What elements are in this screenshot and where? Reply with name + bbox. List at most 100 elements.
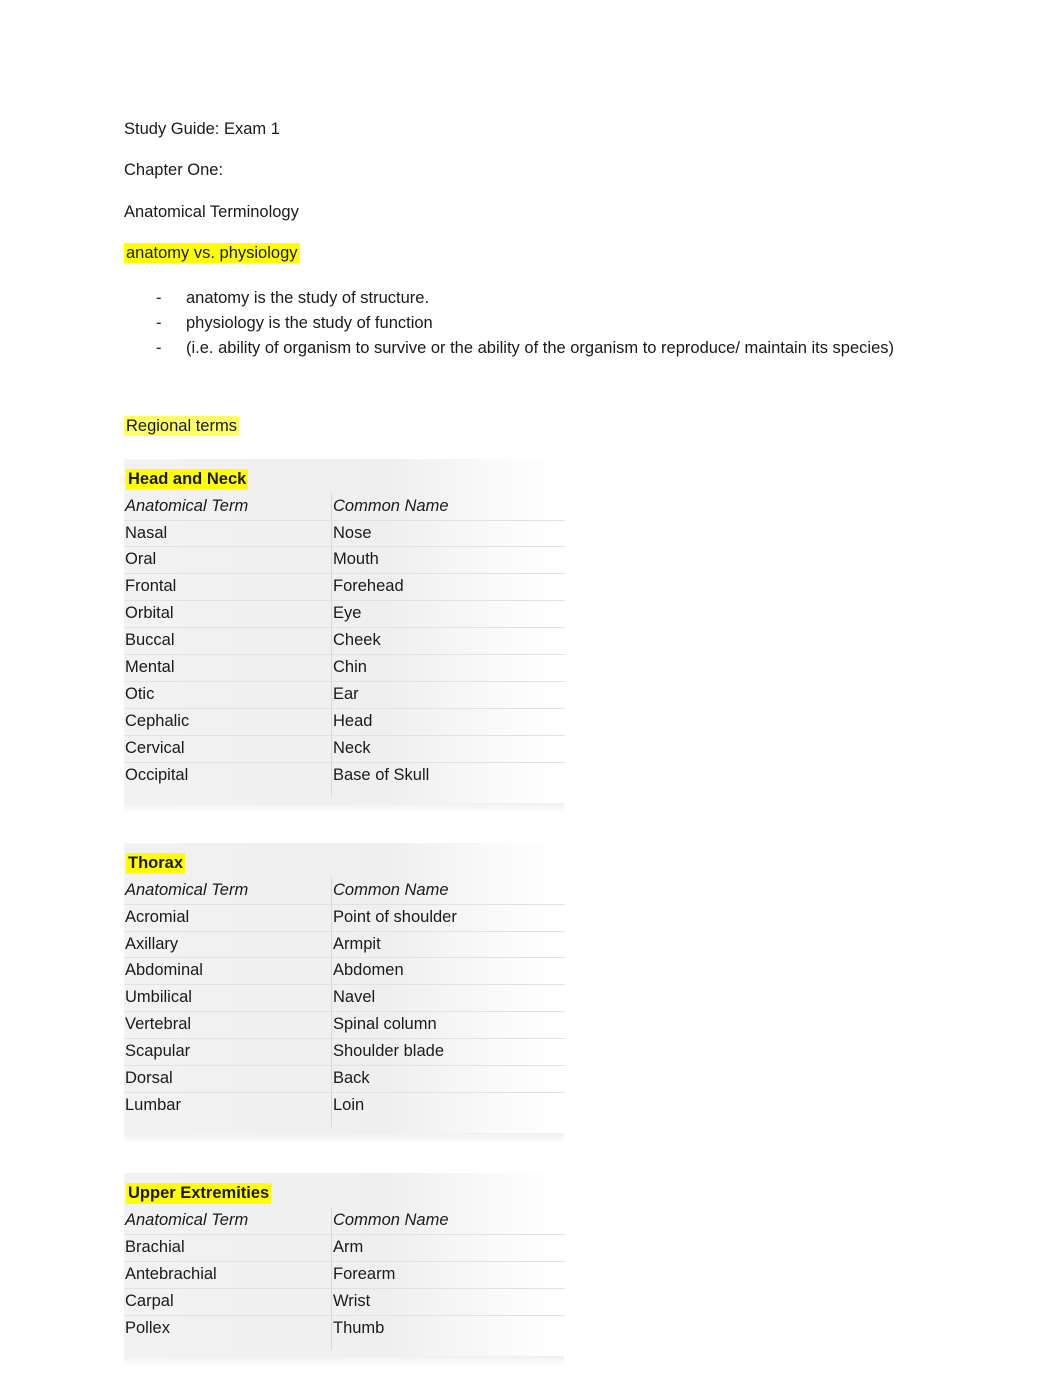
column-divider (331, 492, 332, 797)
table-header-row: Anatomical Term Common Name (124, 878, 565, 905)
cell-common: Forearm (333, 1264, 396, 1283)
table-row: Vertebral Spinal column (124, 1012, 565, 1039)
table-row: Acromial Point of shoulder (124, 904, 565, 932)
cell-common: Wrist (333, 1291, 371, 1310)
table-row: Dorsal Back (124, 1066, 565, 1093)
document-body: Study Guide: Exam 1 Chapter One: Anatomi… (124, 120, 924, 1396)
cell-term: Carpal (125, 1291, 174, 1310)
cell-term: Buccal (125, 631, 175, 650)
cell-term: Lumbar (125, 1096, 181, 1115)
list-item-text: physiology is the study of function (186, 313, 433, 332)
table-row: Oral Mouth (124, 547, 565, 574)
list-item-text: anatomy is the study of structure. (186, 288, 430, 307)
table-row: Carpal Wrist (124, 1288, 565, 1316)
table: Anatomical Term Common Name Brachial Arm… (124, 1208, 565, 1342)
cell-common: Head (333, 711, 373, 730)
table-row: Umbilical Navel (124, 985, 565, 1012)
cell-term: Oral (125, 550, 157, 569)
table-title-wrap: Head and Neck (124, 468, 564, 494)
column-header-common-name: Common Name (333, 496, 449, 515)
bullet-marker: - (156, 288, 162, 307)
cell-common: Armpit (333, 934, 381, 953)
bullet-marker: - (156, 313, 162, 332)
table-row: Lumbar Loin (124, 1093, 565, 1119)
cell-term: Brachial (125, 1237, 185, 1256)
cell-common: Neck (333, 738, 371, 757)
cell-common: Back (333, 1069, 370, 1088)
cell-term: Antebrachial (125, 1264, 217, 1283)
cell-term: Cervical (125, 738, 185, 757)
cell-common: Point of shoulder (333, 907, 457, 926)
table-row: Pollex Thumb (124, 1315, 565, 1341)
cell-term: Occipital (125, 765, 189, 784)
topic-heading-line: anatomy vs. physiology (124, 243, 924, 264)
regional-heading-line: Regional terms (124, 416, 924, 437)
column-header-common-name: Common Name (333, 1211, 449, 1230)
table-title-wrap: Thorax (124, 852, 564, 878)
table-row: Scapular Shoulder blade (124, 1039, 565, 1066)
table-title: Thorax (126, 852, 186, 874)
document-page: Study Guide: Exam 1 Chapter One: Anatomi… (0, 0, 1062, 1377)
table-row: Brachial Arm (124, 1234, 565, 1262)
chapter-label: Chapter One: (124, 161, 224, 180)
cell-term: Frontal (125, 577, 177, 596)
cell-common: Cheek (333, 631, 381, 650)
cell-term: Pollex (125, 1318, 170, 1337)
cell-term: Acromial (125, 907, 190, 926)
cell-common: Navel (333, 988, 376, 1007)
list-item: - physiology is the study of function (124, 311, 924, 336)
column-divider (331, 1207, 332, 1350)
table-row: Cephalic Head (124, 708, 565, 736)
terms-table-upper-extremities: Upper Extremities Anatomical Term Common… (124, 1173, 565, 1366)
terms-table-head-and-neck: Head and Neck Anatomical Term Common Nam… (124, 458, 565, 813)
table-title: Head and Neck (126, 468, 249, 490)
table-row: Buccal Cheek (124, 628, 565, 655)
table-row: Occipital Base of Skull (124, 762, 565, 788)
cell-common: Ear (333, 685, 359, 704)
bullet-marker: - (156, 339, 162, 358)
cell-term: Axillary (125, 934, 179, 953)
cell-common: Chin (333, 658, 367, 677)
cell-term: Nasal (125, 523, 168, 542)
cell-common: Eye (333, 604, 362, 623)
section-label: Anatomical Terminology (124, 202, 299, 221)
regional-terms-heading: Regional terms (124, 416, 239, 437)
table-row: Abdominal Abdomen (124, 958, 565, 985)
document-title: Study Guide: Exam 1 (124, 120, 280, 138)
table: Anatomical Term Common Name Nasal Nose O… (124, 494, 565, 789)
cell-common: Abdomen (333, 961, 404, 980)
cell-term: Orbital (125, 604, 174, 623)
cell-common: Thumb (333, 1318, 385, 1337)
cell-term: Mental (125, 658, 175, 677)
cell-term: Umbilical (125, 988, 192, 1007)
table-row: Mental Chin (124, 655, 565, 682)
terms-table-thorax: Thorax Anatomical Term Common Name Acrom… (124, 842, 565, 1144)
table-row: Nasal Nose (124, 520, 565, 547)
table-title: Upper Extremities (126, 1183, 272, 1205)
list-item-text: (i.e. ability of organism to survive or … (186, 339, 894, 358)
column-divider (331, 876, 332, 1128)
table-row: Frontal Forehead (124, 574, 565, 601)
cell-common: Nose (333, 523, 372, 542)
table-row: Antebrachial Forearm (124, 1261, 565, 1289)
column-header-common-name: Common Name (333, 880, 449, 899)
column-header-anatomical-term: Anatomical Term (125, 496, 249, 515)
list-item: - anatomy is the study of structure. (124, 286, 924, 311)
cell-term: Scapular (125, 1042, 191, 1061)
cell-term: Cephalic (125, 711, 190, 730)
cell-term: Otic (125, 685, 155, 704)
column-header-anatomical-term: Anatomical Term (125, 1211, 249, 1230)
cell-term: Dorsal (125, 1069, 173, 1088)
cell-term: Vertebral (125, 1015, 192, 1034)
cell-common: Mouth (333, 550, 379, 569)
table-header-row: Anatomical Term Common Name (124, 494, 565, 520)
list-item: - (i.e. ability of organism to survive o… (124, 336, 924, 361)
cell-common: Shoulder blade (333, 1042, 445, 1061)
table: Anatomical Term Common Name Acromial Poi… (124, 878, 565, 1119)
table-row: Otic Ear (124, 682, 565, 709)
cell-common: Forehead (333, 577, 404, 596)
table-row: Cervical Neck (124, 735, 565, 763)
table-header-row: Anatomical Term Common Name (124, 1208, 565, 1235)
table-row: Axillary Armpit (124, 931, 565, 958)
